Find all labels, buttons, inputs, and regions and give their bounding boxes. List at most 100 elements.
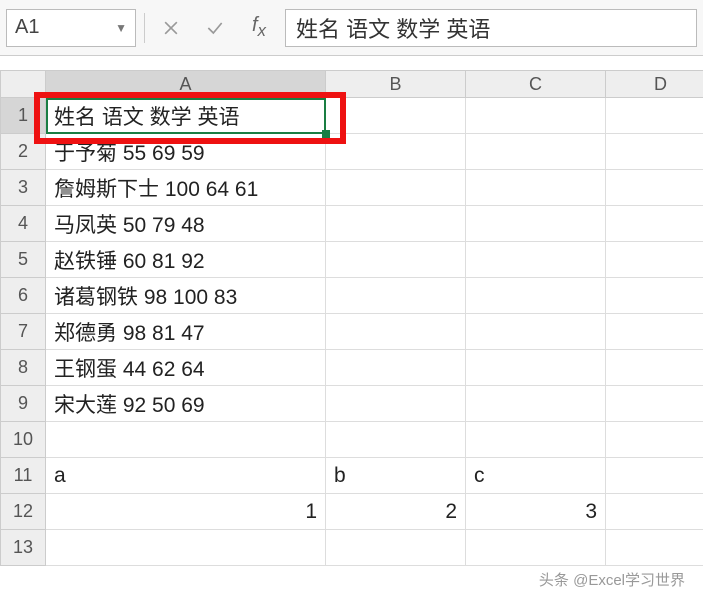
name-box[interactable]: A1 ▼ — [6, 9, 136, 47]
row-header-2[interactable]: 2 — [0, 134, 46, 170]
cell-C11[interactable]: c — [466, 458, 606, 494]
row-header-12[interactable]: 12 — [0, 494, 46, 530]
table-row: 郑德勇 98 81 47 — [46, 314, 703, 350]
cell-C10[interactable] — [466, 422, 606, 458]
confirm-button[interactable] — [197, 10, 233, 46]
row-header-1[interactable]: 1 — [0, 98, 46, 134]
cell-A6[interactable]: 诸葛钢铁 98 100 83 — [46, 278, 326, 314]
cell-D9[interactable] — [606, 386, 703, 422]
cell-B11[interactable]: b — [326, 458, 466, 494]
table-row: 诸葛钢铁 98 100 83 — [46, 278, 703, 314]
table-row — [46, 530, 703, 566]
table-row: 123 — [46, 494, 703, 530]
table-row: abc — [46, 458, 703, 494]
check-icon — [205, 18, 225, 38]
cell-A7[interactable]: 郑德勇 98 81 47 — [46, 314, 326, 350]
row-header-10[interactable]: 10 — [0, 422, 46, 458]
cell-B9[interactable] — [326, 386, 466, 422]
cell-C9[interactable] — [466, 386, 606, 422]
name-box-value: A1 — [15, 16, 39, 39]
table-row: 宋大莲 92 50 69 — [46, 386, 703, 422]
table-row — [46, 422, 703, 458]
column-headers: ABCD — [0, 70, 703, 98]
cell-A13[interactable] — [46, 530, 326, 566]
cell-B10[interactable] — [326, 422, 466, 458]
cell-D5[interactable] — [606, 242, 703, 278]
row-header-6[interactable]: 6 — [0, 278, 46, 314]
cell-D6[interactable] — [606, 278, 703, 314]
cell-A11[interactable]: a — [46, 458, 326, 494]
row-header-11[interactable]: 11 — [0, 458, 46, 494]
cell-D12[interactable] — [606, 494, 703, 530]
insert-function-button[interactable]: fx — [241, 10, 277, 46]
divider — [144, 13, 145, 43]
cancel-button[interactable] — [153, 10, 189, 46]
cell-C3[interactable] — [466, 170, 606, 206]
row-headers: 12345678910111213 — [0, 98, 46, 566]
select-all-corner[interactable] — [0, 70, 46, 98]
cell-D4[interactable] — [606, 206, 703, 242]
cell-B7[interactable] — [326, 314, 466, 350]
cell-C2[interactable] — [466, 134, 606, 170]
cell-D11[interactable] — [606, 458, 703, 494]
column-header-B[interactable]: B — [326, 70, 466, 98]
cell-D10[interactable] — [606, 422, 703, 458]
cell-D1[interactable] — [606, 98, 703, 134]
cell-B2[interactable] — [326, 134, 466, 170]
formula-input[interactable]: 姓名 语文 数学 英语 — [285, 9, 697, 47]
cell-D8[interactable] — [606, 350, 703, 386]
table-row: 赵铁锤 60 81 92 — [46, 242, 703, 278]
table-row: 詹姆斯下士 100 64 61 — [46, 170, 703, 206]
cell-C12[interactable]: 3 — [466, 494, 606, 530]
cell-C8[interactable] — [466, 350, 606, 386]
column-header-D[interactable]: D — [606, 70, 703, 98]
cell-B13[interactable] — [326, 530, 466, 566]
cell-C6[interactable] — [466, 278, 606, 314]
watermark: 头条 @Excel学习世界 — [539, 569, 685, 590]
cells-grid[interactable]: 姓名 语文 数学 英语于予菊 55 69 59詹姆斯下士 100 64 61马凤… — [46, 98, 703, 566]
cell-A4[interactable]: 马凤英 50 79 48 — [46, 206, 326, 242]
cell-A12[interactable]: 1 — [46, 494, 326, 530]
chevron-down-icon: ▼ — [115, 21, 127, 35]
fx-icon: fx — [252, 14, 266, 41]
cell-B3[interactable] — [326, 170, 466, 206]
cell-B4[interactable] — [326, 206, 466, 242]
cell-C1[interactable] — [466, 98, 606, 134]
cell-D7[interactable] — [606, 314, 703, 350]
column-header-C[interactable]: C — [466, 70, 606, 98]
table-row: 马凤英 50 79 48 — [46, 206, 703, 242]
cell-B5[interactable] — [326, 242, 466, 278]
spreadsheet: ABCD 12345678910111213 姓名 语文 数学 英语于予菊 55… — [0, 56, 703, 600]
cell-A1[interactable]: 姓名 语文 数学 英语 — [46, 98, 326, 134]
row-header-8[interactable]: 8 — [0, 350, 46, 386]
table-row: 姓名 语文 数学 英语 — [46, 98, 703, 134]
column-header-A[interactable]: A — [46, 70, 326, 98]
cell-D3[interactable] — [606, 170, 703, 206]
cell-A2[interactable]: 于予菊 55 69 59 — [46, 134, 326, 170]
cell-B8[interactable] — [326, 350, 466, 386]
cell-A9[interactable]: 宋大莲 92 50 69 — [46, 386, 326, 422]
cell-D13[interactable] — [606, 530, 703, 566]
cell-C4[interactable] — [466, 206, 606, 242]
cell-B12[interactable]: 2 — [326, 494, 466, 530]
row-header-5[interactable]: 5 — [0, 242, 46, 278]
row-header-9[interactable]: 9 — [0, 386, 46, 422]
row-header-3[interactable]: 3 — [0, 170, 46, 206]
cell-B6[interactable] — [326, 278, 466, 314]
row-header-13[interactable]: 13 — [0, 530, 46, 566]
cell-C7[interactable] — [466, 314, 606, 350]
close-icon — [161, 18, 181, 38]
cell-B1[interactable] — [326, 98, 466, 134]
row-header-4[interactable]: 4 — [0, 206, 46, 242]
cell-C13[interactable] — [466, 530, 606, 566]
cell-C5[interactable] — [466, 242, 606, 278]
cell-D2[interactable] — [606, 134, 703, 170]
cell-A10[interactable] — [46, 422, 326, 458]
cell-A5[interactable]: 赵铁锤 60 81 92 — [46, 242, 326, 278]
row-header-7[interactable]: 7 — [0, 314, 46, 350]
cell-A8[interactable]: 王钢蛋 44 62 64 — [46, 350, 326, 386]
cell-A3[interactable]: 詹姆斯下士 100 64 61 — [46, 170, 326, 206]
table-row: 王钢蛋 44 62 64 — [46, 350, 703, 386]
formula-bar: A1 ▼ fx 姓名 语文 数学 英语 — [0, 0, 703, 56]
formula-input-value: 姓名 语文 数学 英语 — [296, 12, 490, 44]
